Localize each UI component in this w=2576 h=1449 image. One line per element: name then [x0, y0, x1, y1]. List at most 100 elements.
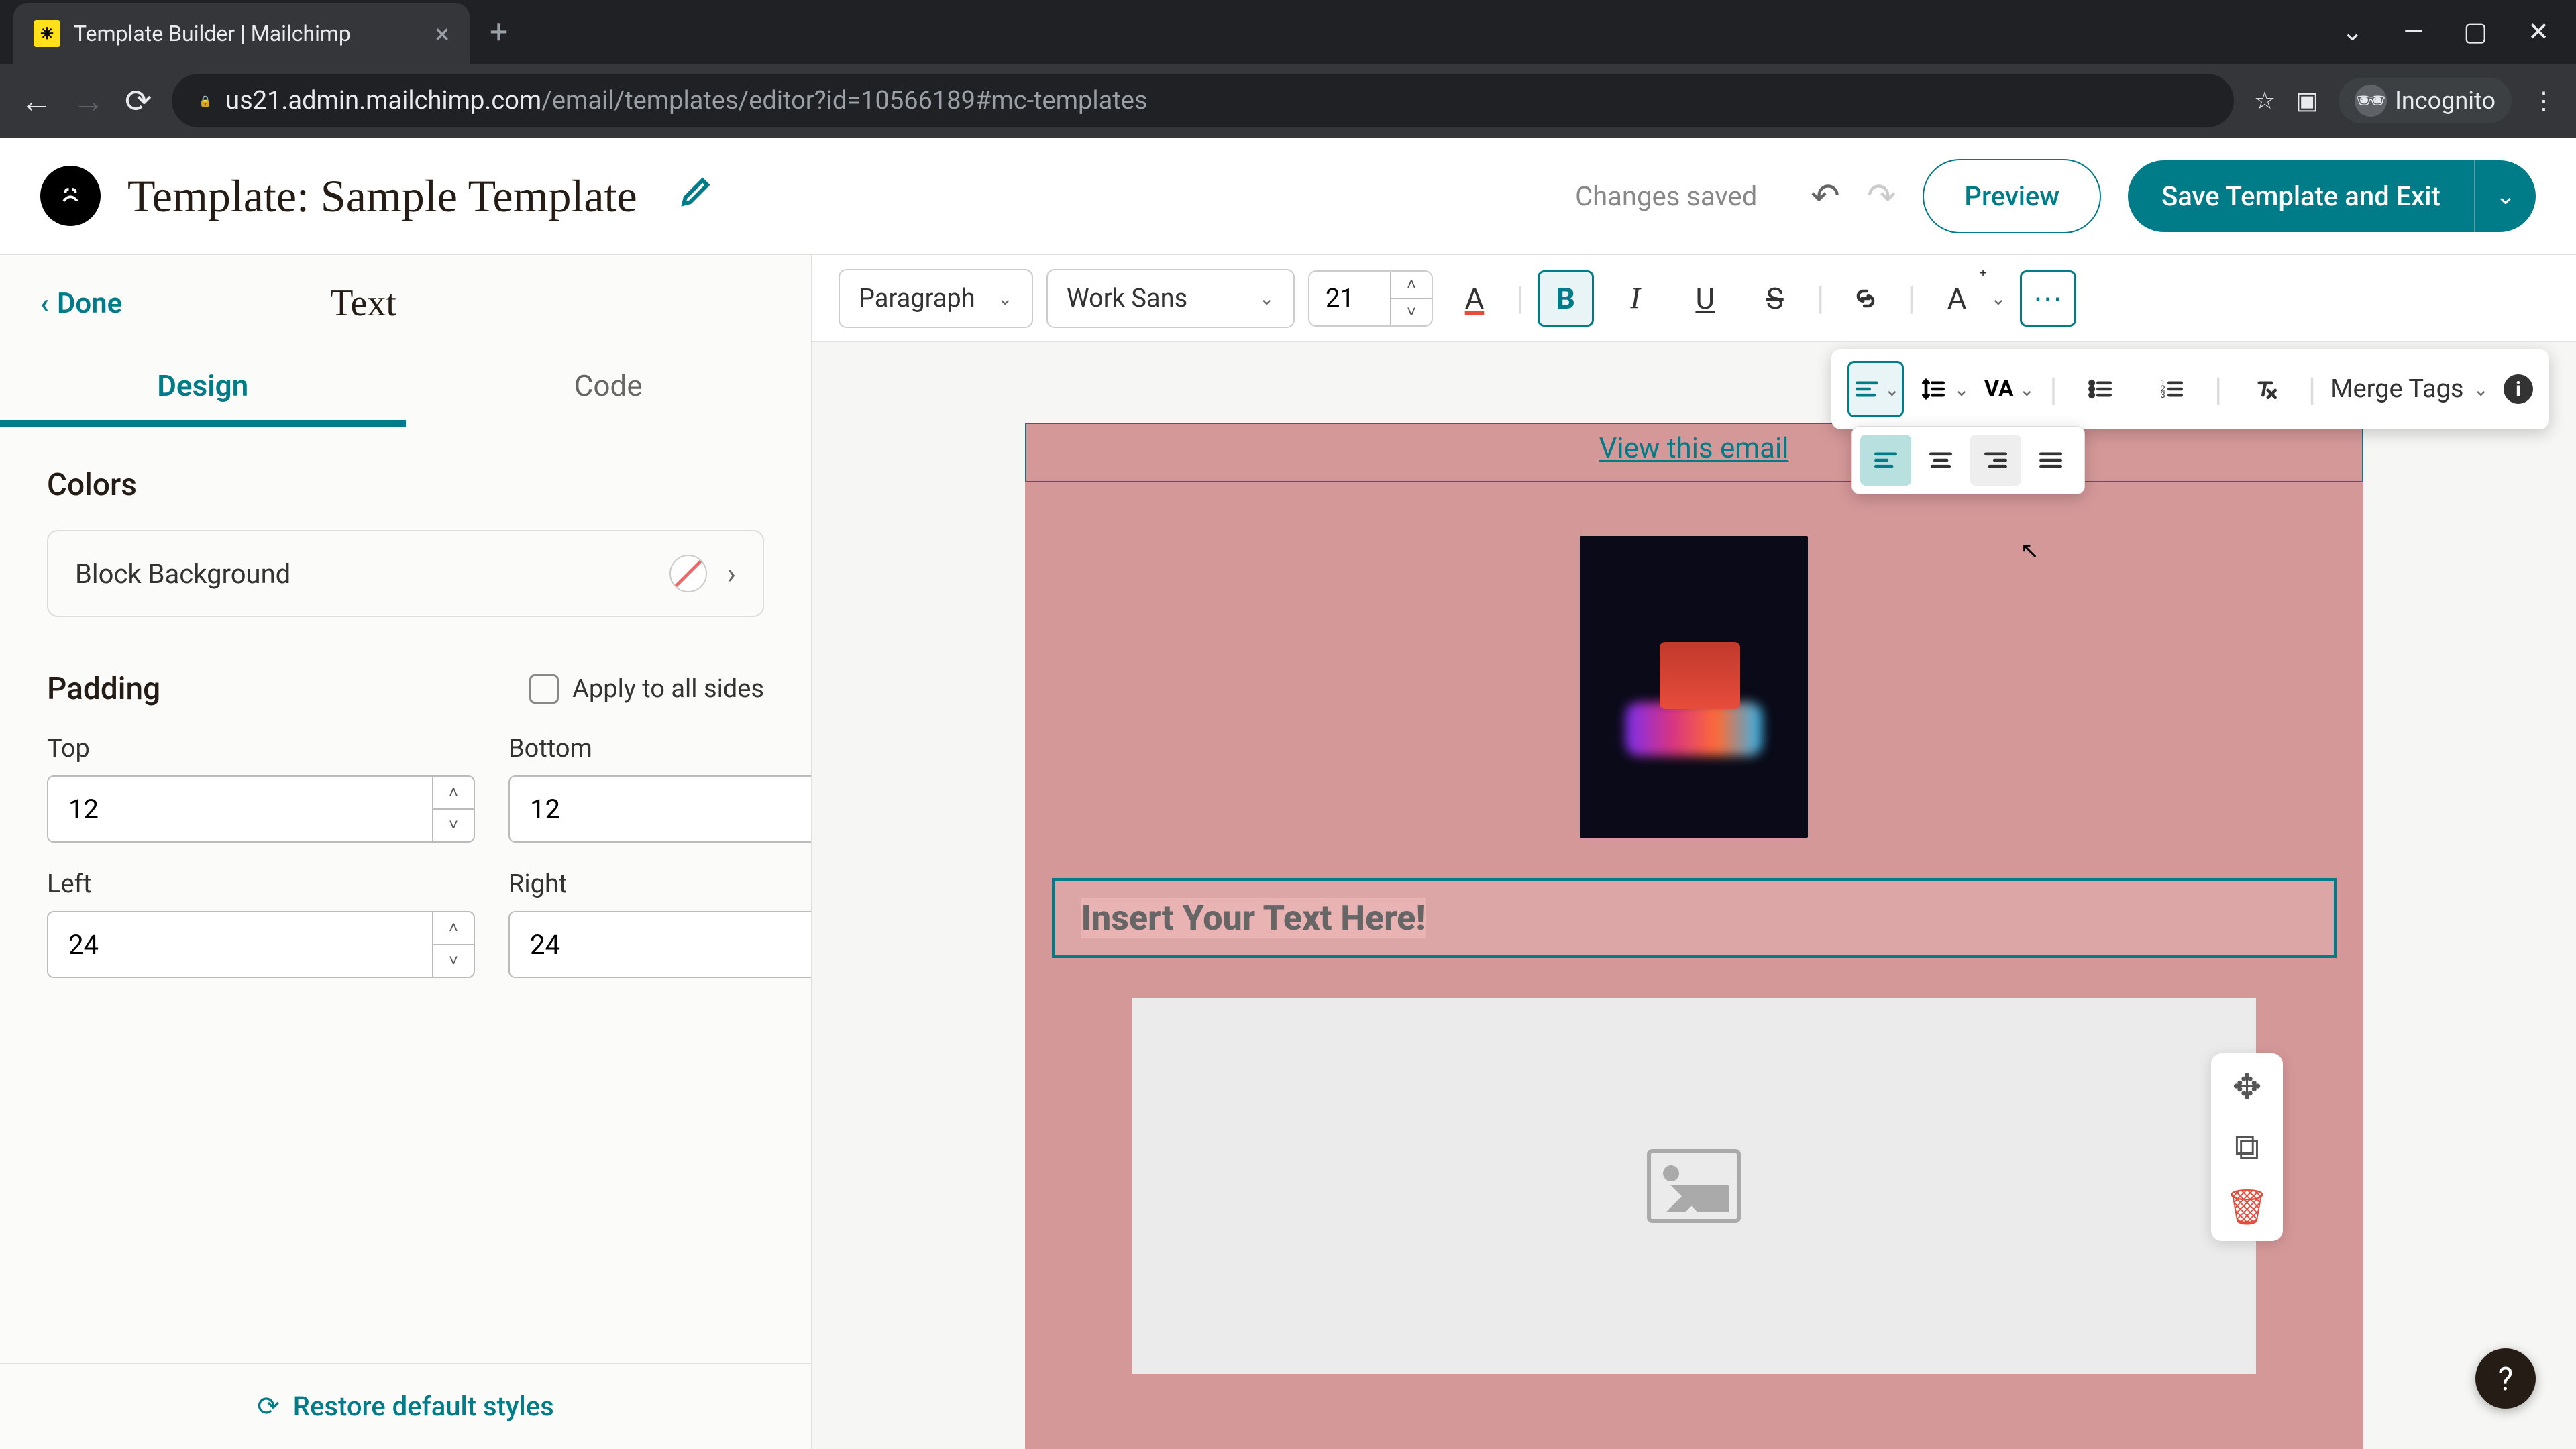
font-family-dropdown[interactable]: Work Sans⌄	[1046, 269, 1295, 328]
window-controls: ⌄ — ▢ ✕	[2342, 17, 2576, 47]
pad-bottom-stepper[interactable]: ˄˅	[508, 775, 811, 843]
save-status: Changes saved	[1575, 180, 1757, 212]
text-toolbar: Paragraph⌄ Work Sans⌄ ˄˅ A | B I U S | |…	[812, 255, 2576, 342]
font-size-input[interactable]	[1309, 272, 1390, 325]
kebab-menu-icon[interactable]: ⋮	[2532, 87, 2556, 115]
block-background-row[interactable]: Block Background ›	[47, 530, 764, 617]
bullet-list-button[interactable]	[2072, 361, 2129, 417]
chevron-left-icon: ‹	[40, 287, 49, 320]
pad-left-input[interactable]	[48, 912, 432, 977]
close-tab-icon[interactable]: ×	[435, 18, 449, 50]
pad-left-stepper[interactable]: ˄˅	[47, 911, 475, 978]
pad-right-stepper[interactable]: ˄˅	[508, 911, 811, 978]
url: us21.admin.mailchimp.com/email/templates…	[225, 86, 1147, 115]
sidebar: ‹ Done Text Design Code Colors Block Bac…	[0, 255, 812, 1449]
move-block-icon[interactable]: ✥	[2224, 1067, 2269, 1108]
text-block-content[interactable]: Insert Your Text Here!	[1081, 898, 1426, 938]
block-type-dropdown[interactable]: Paragraph⌄	[839, 269, 1033, 328]
chevron-down-icon: ⌄	[1990, 287, 2006, 309]
email-canvas[interactable]: View this email Insert Your Text Here! ✥…	[1025, 423, 2363, 1449]
close-window-icon[interactable]: ✕	[2528, 17, 2549, 47]
edit-title-icon[interactable]	[678, 172, 715, 219]
pad-right-label: Right	[508, 869, 811, 899]
mailchimp-logo[interactable]	[40, 166, 101, 226]
numbered-list-button[interactable]: 123	[2143, 361, 2200, 417]
toolbar-overflow-popover: ⌄ ⌄ VA ⌄ | 123 |	[1831, 349, 2549, 429]
selected-text-block[interactable]: Insert Your Text Here!	[1052, 878, 2337, 958]
sidebar-tabs: Design Code	[0, 352, 811, 427]
maximize-icon[interactable]: ▢	[2463, 17, 2487, 47]
bookmark-icon[interactable]: ☆	[2254, 87, 2275, 115]
browser-tab[interactable]: ✳ Template Builder | Mailchimp ×	[13, 3, 470, 64]
tab-title: Template Builder | Mailchimp	[74, 21, 351, 46]
delete-block-icon[interactable]: 🗑	[2224, 1187, 2269, 1228]
pad-top-stepper[interactable]: ˄˅	[47, 775, 475, 843]
align-left-button[interactable]	[1860, 435, 1911, 486]
pad-bottom-label: Bottom	[508, 734, 811, 763]
tab-code[interactable]: Code	[406, 352, 812, 427]
step-down-icon[interactable]: ˅	[1391, 299, 1432, 325]
pad-right-input[interactable]	[510, 912, 811, 977]
help-button[interactable]: ?	[2475, 1348, 2536, 1409]
letter-spacing-dropdown[interactable]: VA ⌄	[1984, 376, 2035, 402]
pad-left-label: Left	[47, 869, 475, 899]
italic-button[interactable]: I	[1607, 270, 1664, 327]
step-up-icon[interactable]: ˄	[1391, 272, 1432, 299]
link-button[interactable]	[1837, 270, 1894, 327]
pad-bottom-input[interactable]	[510, 777, 811, 841]
minimize-icon[interactable]: —	[2404, 17, 2424, 47]
strikethrough-button[interactable]: S	[1747, 270, 1803, 327]
underline-button[interactable]: U	[1677, 270, 1733, 327]
mailchimp-favicon: ✳	[34, 20, 60, 47]
image-placeholder-icon	[1647, 1149, 1741, 1223]
image-placeholder-block[interactable]	[1132, 998, 2256, 1374]
text-color-button[interactable]: A	[1446, 270, 1503, 327]
new-tab-button[interactable]: +	[490, 13, 508, 51]
bold-button[interactable]: B	[1538, 270, 1594, 327]
apply-all-checkbox[interactable]: Apply to all sides	[529, 674, 764, 704]
undo-icon[interactable]: ↶	[1811, 176, 1840, 217]
panel-icon[interactable]: ▣	[2296, 87, 2318, 115]
align-right-button[interactable]	[1970, 435, 2021, 486]
tabs-overview-icon[interactable]: ⌄	[2342, 17, 2363, 47]
panel-title: Text	[330, 282, 396, 325]
hero-image[interactable]	[1580, 536, 1808, 838]
page-title: Template: Sample Template	[127, 170, 637, 223]
more-options-button[interactable]: ⋯	[2020, 270, 2076, 327]
text-style-dropdown[interactable]: A+ ⌄	[1929, 270, 2006, 327]
step-up-icon[interactable]: ˄	[433, 912, 474, 945]
pad-top-input[interactable]	[48, 777, 432, 841]
view-email-block[interactable]: View this email	[1025, 423, 2363, 482]
font-size-stepper[interactable]: ˄˅	[1308, 270, 1433, 327]
redo-icon[interactable]: ↷	[1867, 176, 1896, 217]
forward-icon[interactable]: →	[72, 82, 105, 120]
preview-button[interactable]: Preview	[1923, 159, 2101, 233]
incognito-badge[interactable]: 🕶 Incognito	[2339, 78, 2512, 123]
restore-defaults-button[interactable]: ⟳ Restore default styles	[0, 1363, 811, 1449]
incognito-icon: 🕶	[2355, 85, 2387, 117]
duplicate-block-icon[interactable]: ⧉	[2224, 1126, 2269, 1168]
view-email-link[interactable]: View this email	[1599, 432, 1789, 465]
step-up-icon[interactable]: ˄	[433, 777, 474, 810]
step-down-icon[interactable]: ˅	[433, 945, 474, 977]
nav-bar: ← → ⟳ 🔒 us21.admin.mailchimp.com/email/t…	[0, 64, 2576, 138]
app-header: Template: Sample Template Changes saved …	[0, 138, 2576, 255]
line-height-dropdown[interactable]: ⌄	[1919, 374, 1969, 404]
color-swatch-none	[669, 555, 707, 592]
info-icon[interactable]: i	[2504, 374, 2533, 404]
done-link[interactable]: ‹ Done	[40, 287, 122, 320]
save-template-button[interactable]: Save Template and Exit	[2128, 160, 2474, 232]
align-center-button[interactable]	[1915, 435, 1966, 486]
align-dropdown-button[interactable]: ⌄	[1847, 361, 1904, 417]
reload-icon[interactable]: ⟳	[125, 82, 152, 120]
address-bar[interactable]: 🔒 us21.admin.mailchimp.com/email/templat…	[172, 74, 2234, 127]
step-down-icon[interactable]: ˅	[433, 810, 474, 841]
merge-tags-dropdown[interactable]: Merge Tags⌄	[2330, 374, 2489, 404]
save-dropdown-button[interactable]: ⌄	[2474, 160, 2536, 232]
clear-format-button[interactable]	[2237, 361, 2294, 417]
back-icon[interactable]: ←	[20, 82, 52, 120]
tab-design[interactable]: Design	[0, 352, 406, 427]
align-justify-button[interactable]	[2025, 435, 2076, 486]
padding-label: Padding	[47, 671, 160, 707]
colors-label: Colors	[47, 467, 764, 503]
